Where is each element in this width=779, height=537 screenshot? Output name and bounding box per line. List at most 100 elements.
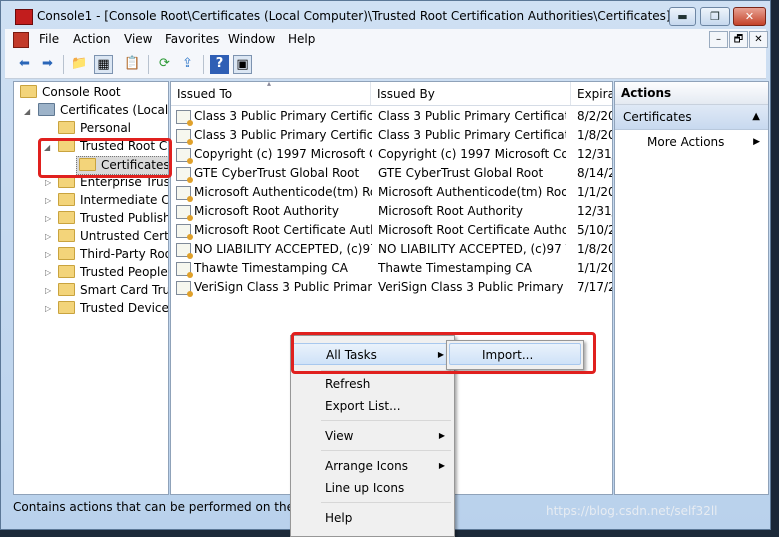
table-row[interactable]: NO LIABILITY ACCEPTED, (c)97 ... NO LIABI… xyxy=(171,240,612,259)
expand-arrow-icon[interactable]: ▷ xyxy=(45,214,51,223)
export-icon[interactable]: ⇪ xyxy=(178,55,197,74)
tree-item-label: Third-Party Root xyxy=(80,247,169,261)
tree-item-third-party-root[interactable]: Third-Party Root xyxy=(58,246,169,263)
menu-item-label: Export List... xyxy=(325,399,401,413)
cell-expiration: 8/2/20 xyxy=(577,109,612,123)
help-icon[interactable]: ? xyxy=(210,55,229,74)
cell-expiration: 1/8/20 xyxy=(577,242,612,256)
minimize-button[interactable]: ▬ xyxy=(669,7,696,26)
tree-item-smart-card-trust[interactable]: Smart Card Trust xyxy=(58,282,168,299)
tree-item-console-root[interactable]: Console Root xyxy=(20,84,121,101)
show-tree-icon[interactable]: ▦ xyxy=(94,55,113,74)
column-header-issued-by[interactable]: Issued By xyxy=(371,82,571,105)
back-icon[interactable]: ⬅ xyxy=(15,55,34,74)
table-row[interactable]: Thawte Timestamping CA Thawte Timestampin… xyxy=(171,259,612,278)
menu-bar: File Action View Favorites Window Help –… xyxy=(5,29,768,51)
tree-item-intermediate[interactable]: Intermediate Cer xyxy=(58,192,168,209)
certificate-icon xyxy=(176,224,193,240)
mdi-restore-button[interactable]: 🗗 xyxy=(729,31,748,48)
cell-issued-to: GTE CyberTrust Global Root xyxy=(194,166,360,180)
menu-item-export-list[interactable]: Export List... xyxy=(292,395,453,417)
actions-header: Actions xyxy=(615,82,768,105)
expand-arrow-icon[interactable]: ▷ xyxy=(45,196,51,205)
mdi-close-button[interactable]: ✕ xyxy=(749,31,768,48)
tree-item-personal[interactable]: Personal xyxy=(58,120,131,137)
menu-item-line-up-icons[interactable]: Line up Icons xyxy=(292,477,453,499)
collapse-up-icon[interactable]: ▲ xyxy=(752,105,760,129)
up-folder-icon[interactable]: 📁 xyxy=(70,55,89,74)
tree-item-label: Console Root xyxy=(42,85,121,99)
folder-icon xyxy=(58,121,75,134)
menu-item-arrange-icons[interactable]: Arrange Icons ▶ xyxy=(292,455,453,477)
window-title: Console1 - [Console Root\Certificates (L… xyxy=(37,9,671,23)
table-row[interactable]: Copyright (c) 1997 Microsoft C... Copyrig… xyxy=(171,145,612,164)
toolbar-separator xyxy=(63,55,64,74)
highlight-box-certificates-node xyxy=(38,138,172,178)
menu-window[interactable]: Window xyxy=(228,32,275,46)
tree-item-untrusted[interactable]: Untrusted Certifi xyxy=(58,228,168,245)
expand-arrow-icon[interactable]: ▷ xyxy=(45,250,51,259)
sort-ascending-icon: ▴ xyxy=(267,81,272,88)
menu-view[interactable]: View xyxy=(124,32,152,46)
cell-issued-to: Microsoft Root Authority xyxy=(194,204,339,218)
cell-expiration: 1/1/20 xyxy=(577,261,612,275)
properties-icon[interactable]: 📋 xyxy=(123,55,142,74)
menu-action[interactable]: Action xyxy=(73,32,111,46)
cell-issued-by: Microsoft Authenticode(tm) Root... xyxy=(378,185,566,199)
column-header-expiration[interactable]: Expirat xyxy=(571,82,612,105)
cell-expiration: 12/31/ xyxy=(577,147,612,161)
menu-item-refresh[interactable]: Refresh xyxy=(292,373,453,395)
menu-item-help[interactable]: Help xyxy=(292,507,453,529)
tree-item-label: Personal xyxy=(80,121,132,135)
expand-arrow-icon[interactable]: ▷ xyxy=(45,232,51,241)
menu-item-view[interactable]: View ▶ xyxy=(292,425,453,447)
cell-issued-to: Microsoft Authenticode(tm) Ro... xyxy=(194,185,372,199)
title-bar[interactable]: Console1 - [Console Root\Certificates (L… xyxy=(1,1,770,31)
table-row[interactable]: Class 3 Public Primary Certificat... Clas… xyxy=(171,126,612,145)
table-row[interactable]: Microsoft Root Certificate Auth... Micros… xyxy=(171,221,612,240)
cell-expiration: 12/31/ xyxy=(577,204,612,218)
tree-item-label: Trusted Publishe xyxy=(80,211,169,225)
menu-separator xyxy=(321,502,451,503)
expand-arrow-icon[interactable]: ▷ xyxy=(45,178,51,187)
tree-item-trusted-people[interactable]: Trusted People xyxy=(58,264,168,281)
tree-item-trusted-devices[interactable]: Trusted Devices xyxy=(58,300,168,317)
submenu-arrow-icon: ▶ xyxy=(438,461,445,470)
restore-button[interactable]: ❐ xyxy=(700,7,730,26)
menu-help[interactable]: Help xyxy=(288,32,315,46)
table-row[interactable]: Class 3 Public Primary Certificat... Clas… xyxy=(171,107,612,126)
expand-arrow-icon[interactable]: ▷ xyxy=(45,268,51,277)
menu-item-label: View xyxy=(325,429,354,443)
list-header: Issued To ▴ Issued By Expirat xyxy=(171,82,612,106)
table-row[interactable]: Microsoft Root Authority Microsoft Root A… xyxy=(171,202,612,221)
folder-icon xyxy=(58,193,75,206)
status-bar: Contains actions that can be performed o… xyxy=(13,500,329,514)
forward-icon[interactable]: ➡ xyxy=(38,55,57,74)
table-row[interactable]: Microsoft Authenticode(tm) Ro... Microsof… xyxy=(171,183,612,202)
collapse-arrow-icon[interactable]: ◢ xyxy=(24,107,30,116)
tree-item-trusted-publishers[interactable]: Trusted Publishe xyxy=(58,210,169,227)
expand-arrow-icon[interactable]: ▷ xyxy=(45,286,51,295)
cell-issued-by: Microsoft Root Certificate Authori... xyxy=(378,223,566,237)
actions-section-certificates[interactable]: Certificates ▲ xyxy=(615,105,768,130)
mdi-minimize-button[interactable]: – xyxy=(709,31,728,48)
more-actions-item[interactable]: More Actions ▶ xyxy=(615,130,768,154)
close-button[interactable]: ✕ xyxy=(733,7,766,26)
more-actions-label: More Actions xyxy=(647,135,725,149)
menu-favorites[interactable]: Favorites xyxy=(165,32,219,46)
menu-item-label: Refresh xyxy=(325,377,371,391)
table-row[interactable]: VeriSign Class 3 Public Primary ... VeriS… xyxy=(171,278,612,297)
cell-issued-by: Class 3 Public Primary Certificatio... xyxy=(378,109,566,123)
system-menu-icon[interactable] xyxy=(13,32,29,48)
mmc-app-icon xyxy=(15,9,33,25)
cell-issued-by: Microsoft Root Authority xyxy=(378,204,523,218)
expand-arrow-icon[interactable]: ▷ xyxy=(45,304,51,313)
actions-section-label: Certificates xyxy=(623,110,692,124)
action-pane-icon[interactable]: ▣ xyxy=(233,55,252,74)
menu-file[interactable]: File xyxy=(39,32,59,46)
cell-issued-by: GTE CyberTrust Global Root xyxy=(378,166,544,180)
refresh-icon[interactable]: ⟳ xyxy=(155,55,174,74)
table-row[interactable]: GTE CyberTrust Global Root GTE CyberTrust… xyxy=(171,164,612,183)
folder-icon xyxy=(58,247,75,260)
tree-item-certificates-local[interactable]: Certificates (Local C xyxy=(38,102,168,119)
